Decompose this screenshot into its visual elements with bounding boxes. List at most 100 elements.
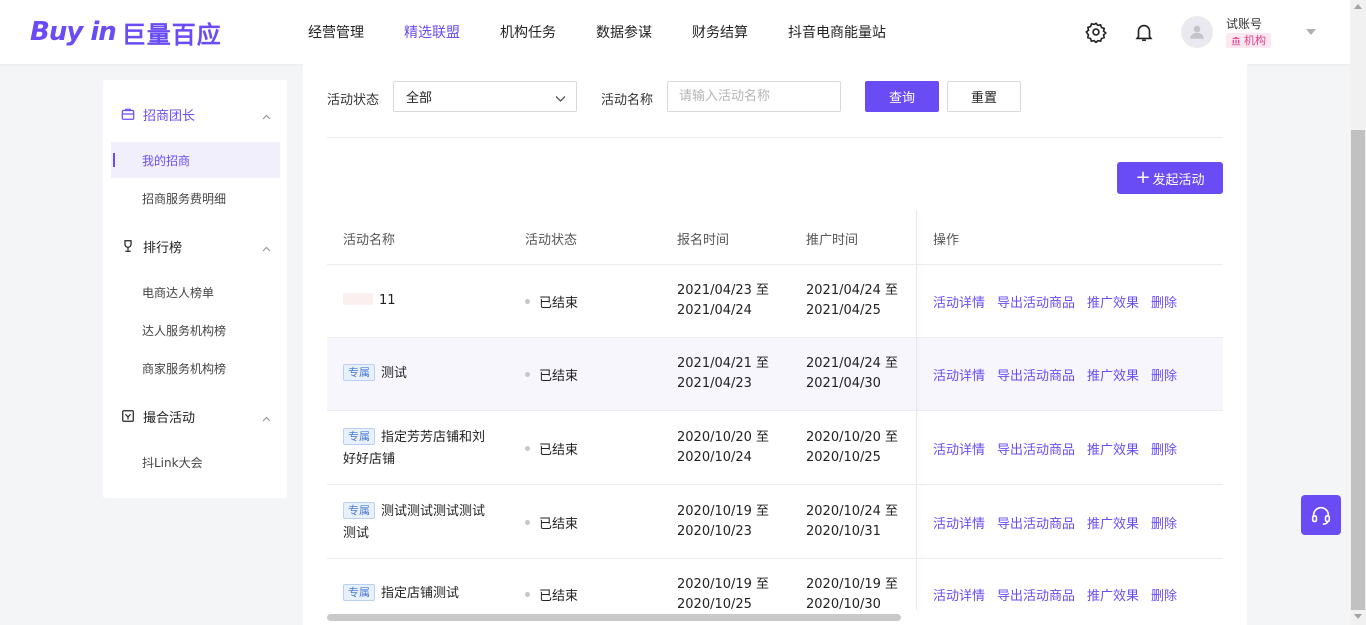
- signup-end: 2020/10/23: [677, 524, 752, 539]
- bell-icon[interactable]: [1132, 20, 1156, 44]
- user-avatar[interactable]: [1181, 16, 1213, 48]
- scroll-up-arrow-icon[interactable]: [1354, 4, 1362, 9]
- sidebar-item-influencer-ranking[interactable]: 电商达人榜单: [111, 274, 280, 310]
- export-products-link[interactable]: 导出活动商品: [997, 585, 1075, 604]
- nav-item-business[interactable]: 经营管理: [308, 22, 364, 42]
- nav-item-data[interactable]: 数据参谋: [596, 22, 652, 42]
- activity-detail-link[interactable]: 活动详情: [933, 585, 985, 604]
- sidebar-item-my-merchants[interactable]: 我的招商: [111, 142, 280, 178]
- trophy-icon: [121, 239, 135, 253]
- activity-name-cell: 专属 测试: [343, 363, 493, 385]
- chevron-down-icon[interactable]: [1306, 25, 1316, 40]
- signup-time-cell: 2020/10/20 至 2020/10/24: [677, 428, 769, 468]
- signup-end: 2021/04/23: [677, 376, 752, 391]
- promo-time-cell: 2020/10/20 至 2020/10/25: [806, 428, 898, 468]
- activity-name-cell: 专属 指定店铺测试: [343, 583, 493, 605]
- nav-item-energy-station[interactable]: 抖音电商能量站: [788, 22, 886, 42]
- column-header-signup-time: 报名时间: [677, 233, 730, 248]
- top-navigation-bar: Buy in 巨量百应 经营管理 精选联盟 机构任务 数据参谋 财务结算 抖音电…: [0, 0, 1350, 64]
- promo-start: 2020/10/19 至: [806, 577, 899, 592]
- signup-start: 2020/10/20 至: [677, 430, 770, 445]
- activity-name: 指定店铺测试: [381, 586, 460, 601]
- export-products-link[interactable]: 导出活动商品: [997, 513, 1075, 532]
- user-name[interactable]: 试账号: [1226, 15, 1262, 32]
- signup-end: 2020/10/24: [677, 450, 752, 465]
- status-text: 已结束: [539, 369, 579, 384]
- customer-service-button[interactable]: [1301, 495, 1341, 535]
- plus-icon: +: [1135, 167, 1151, 188]
- status-cell: 已结束: [525, 585, 578, 604]
- export-products-link[interactable]: 导出活动商品: [997, 439, 1075, 458]
- promo-end: 2020/10/31: [806, 524, 881, 539]
- status-dot-icon: [525, 592, 530, 597]
- sidebar-group-label: 撮合活动: [143, 410, 196, 426]
- calendar-icon: [121, 409, 135, 423]
- activity-detail-link[interactable]: 活动详情: [933, 292, 985, 311]
- activity-name-cell: 专属 测试测试测试测试测试: [343, 501, 493, 545]
- status-select[interactable]: 全部: [393, 81, 577, 112]
- nav-item-alliance[interactable]: 精选联盟: [404, 22, 460, 42]
- activity-name: 测试: [381, 366, 408, 381]
- table-horizontal-scrollbar[interactable]: [327, 614, 901, 621]
- activity-detail-link[interactable]: 活动详情: [933, 513, 985, 532]
- delete-link[interactable]: 删除: [1151, 585, 1177, 604]
- activity-detail-link[interactable]: 活动详情: [933, 439, 985, 458]
- sidebar-group-matchmaking[interactable]: 撮合活动: [103, 398, 287, 434]
- promo-start: 2021/04/24 至: [806, 356, 899, 371]
- create-activity-button[interactable]: + 发起活动: [1117, 162, 1223, 194]
- fixed-column-divider: [916, 210, 917, 610]
- promo-effect-link[interactable]: 推广效果: [1087, 513, 1139, 532]
- actions-cell: 活动详情 导出活动商品 推广效果 删除: [933, 439, 1189, 458]
- nav-item-org-tasks[interactable]: 机构任务: [500, 22, 556, 42]
- query-button[interactable]: 查询: [865, 81, 939, 112]
- logo-text-en: Buy in: [30, 17, 117, 47]
- signup-start: 2021/04/23 至: [677, 283, 770, 298]
- table-row: 专属 指定芳芳店铺和刘好好店铺 已结束 2020/10/20 至 2020/10/2…: [327, 411, 1223, 485]
- status-select-value: 全部: [406, 91, 433, 106]
- delete-link[interactable]: 删除: [1151, 513, 1177, 532]
- sidebar-item-douyin-link[interactable]: 抖Link大会: [111, 444, 280, 480]
- user-role-label: 机构: [1244, 34, 1266, 47]
- status-filter-label: 活动状态: [327, 93, 380, 108]
- export-products-link[interactable]: 导出活动商品: [997, 365, 1075, 384]
- promo-effect-link[interactable]: 推广效果: [1087, 439, 1139, 458]
- status-cell: 已结束: [525, 439, 578, 458]
- promo-effect-link[interactable]: 推广效果: [1087, 292, 1139, 311]
- promo-end: 2020/10/30: [806, 597, 881, 610]
- nav-item-finance[interactable]: 财务结算: [692, 22, 748, 42]
- page-scrollbar-thumb[interactable]: [1351, 130, 1365, 610]
- promo-time-cell: 2021/04/24 至 2021/04/25: [806, 281, 898, 321]
- export-products-link[interactable]: 导出活动商品: [997, 292, 1075, 311]
- signup-end: 2021/04/24: [677, 303, 752, 318]
- user-icon: [1190, 25, 1204, 39]
- table-row: 11 已结束 2021/04/23 至 2021/04/24 2021/04/24…: [327, 265, 1223, 338]
- sidebar-item-merchant-agency-ranking[interactable]: 商家服务机构榜: [111, 350, 280, 386]
- brand-logo[interactable]: Buy in 巨量百应: [30, 16, 222, 49]
- delete-link[interactable]: 删除: [1151, 365, 1177, 384]
- sidebar-group-merchant-leader[interactable]: 招商团长: [103, 96, 287, 132]
- column-header-status: 活动状态: [525, 233, 578, 248]
- status-cell: 已结束: [525, 513, 578, 532]
- promo-effect-link[interactable]: 推广效果: [1087, 585, 1139, 604]
- promo-effect-link[interactable]: 推广效果: [1087, 365, 1139, 384]
- table-row: 专属 测试 已结束 2021/04/21 至 2021/04/23 2021/04/…: [327, 338, 1223, 411]
- scroll-down-arrow-icon[interactable]: [1354, 614, 1362, 619]
- actions-cell: 活动详情 导出活动商品 推广效果 删除: [933, 365, 1189, 384]
- activity-name-input[interactable]: [667, 81, 841, 112]
- signup-start: 2021/04/21 至: [677, 356, 770, 371]
- sidebar-group-label: 排行榜: [143, 240, 183, 256]
- delete-link[interactable]: 删除: [1151, 292, 1177, 311]
- sidebar-item-influencer-agency-ranking[interactable]: 达人服务机构榜: [111, 312, 280, 348]
- activity-table: 活动名称 活动状态 报名时间 推广时间 操作 11 已结束 2021/04/23…: [327, 210, 1223, 610]
- gear-icon[interactable]: [1084, 20, 1108, 44]
- reset-button[interactable]: 重置: [947, 81, 1021, 112]
- activity-name-cell: 11: [343, 290, 493, 312]
- promo-start: 2020/10/24 至: [806, 504, 899, 519]
- sidebar-item-service-fee-detail[interactable]: 招商服务费明细: [111, 180, 280, 216]
- delete-link[interactable]: 删除: [1151, 439, 1177, 458]
- sidebar-group-rankings[interactable]: 排行榜: [103, 228, 287, 264]
- promo-start: 2021/04/24 至: [806, 283, 899, 298]
- actions-cell: 活动详情 导出活动商品 推广效果 删除: [933, 585, 1189, 604]
- activity-detail-link[interactable]: 活动详情: [933, 365, 985, 384]
- signup-time-cell: 2020/10/19 至 2020/10/25: [677, 575, 769, 610]
